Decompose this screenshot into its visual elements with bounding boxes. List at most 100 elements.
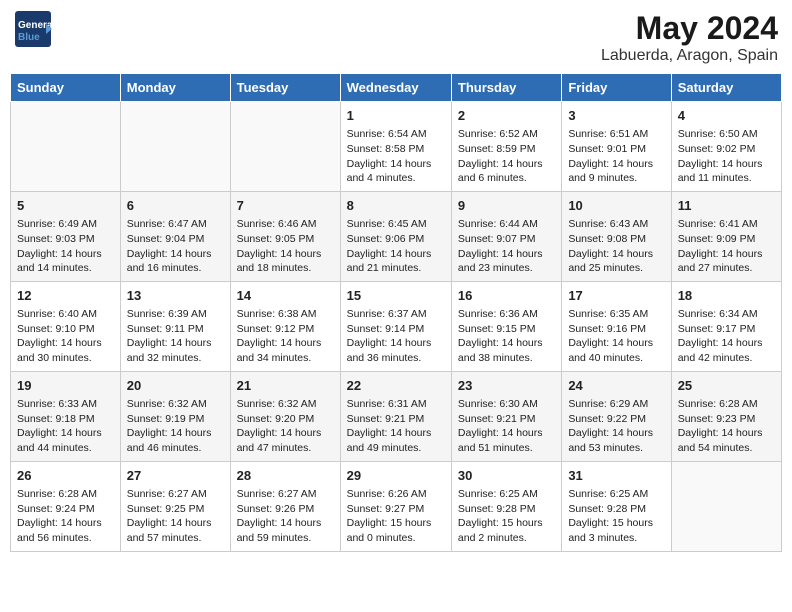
day-number: 11 [678,197,775,215]
calendar-cell [11,102,121,192]
day-number: 25 [678,377,775,395]
day-info: Sunrise: 6:51 AMSunset: 9:01 PMDaylight:… [568,127,664,186]
day-number: 12 [17,287,114,305]
calendar-cell: 6Sunrise: 6:47 AMSunset: 9:04 PMDaylight… [120,191,230,281]
day-number: 24 [568,377,664,395]
day-info: Sunrise: 6:37 AMSunset: 9:14 PMDaylight:… [347,307,445,366]
day-info: Sunrise: 6:41 AMSunset: 9:09 PMDaylight:… [678,217,775,276]
day-number: 16 [458,287,555,305]
day-number: 3 [568,107,664,125]
calendar-cell: 26 Sunrise: 6:28 AMSunset: 9:24 PMDayligh… [11,461,121,551]
logo-icon: General Blue [14,10,52,48]
day-number: 9 [458,197,555,215]
title-section: May 2024 Labuerda, Aragon, Spain [601,10,778,65]
day-info: Sunrise: 6:43 AMSunset: 9:08 PMDaylight:… [568,217,664,276]
day-info: Sunrise: 6:36 AMSunset: 9:15 PMDaylight:… [458,307,555,366]
calendar-week-5: 26 Sunrise: 6:28 AMSunset: 9:24 PMDayligh… [11,461,782,551]
column-header-tuesday: Tuesday [230,74,340,102]
day-info: Sunrise: 6:30 AMSunset: 9:21 PMDaylight:… [458,397,555,456]
day-number: 15 [347,287,445,305]
day-info: Sunrise: 6:25 AMSunset: 9:28 PMDaylight:… [568,487,664,546]
calendar-week-2: 5 Sunrise: 6:49 AMSunset: 9:03 PMDaylight… [11,191,782,281]
calendar-cell: 31 Sunrise: 6:25 AMSunset: 9:28 PMDayligh… [562,461,671,551]
calendar-cell [671,461,781,551]
calendar-cell: 29 Sunrise: 6:26 AMSunset: 9:27 PMDayligh… [340,461,451,551]
column-header-monday: Monday [120,74,230,102]
calendar-table: SundayMondayTuesdayWednesdayThursdayFrid… [10,73,782,552]
day-number: 4 [678,107,775,125]
calendar-cell: 24 Sunrise: 6:29 AMSunset: 9:22 PMDayligh… [562,371,671,461]
day-number: 22 [347,377,445,395]
calendar-cell: 23 Sunrise: 6:30 AMSunset: 9:21 PMDayligh… [451,371,561,461]
day-info: Sunrise: 6:29 AMSunset: 9:22 PMDaylight:… [568,397,664,456]
day-info: Sunrise: 6:28 AMSunset: 9:24 PMDaylight:… [17,487,114,546]
calendar-header-row: SundayMondayTuesdayWednesdayThursdayFrid… [11,74,782,102]
day-number: 21 [237,377,334,395]
calendar-cell: 30 Sunrise: 6:25 AMSunset: 9:28 PMDayligh… [451,461,561,551]
day-info: Sunrise: 6:46 AMSunset: 9:05 PMDaylight:… [237,217,334,276]
calendar-week-4: 19 Sunrise: 6:33 AMSunset: 9:18 PMDayligh… [11,371,782,461]
calendar-cell: 12 Sunrise: 6:40 AMSunset: 9:10 PMDayligh… [11,281,121,371]
calendar-cell: 16 Sunrise: 6:36 AMSunset: 9:15 PMDayligh… [451,281,561,371]
day-number: 27 [127,467,224,485]
calendar-cell: 15 Sunrise: 6:37 AMSunset: 9:14 PMDayligh… [340,281,451,371]
day-number: 19 [17,377,114,395]
day-info: Sunrise: 6:32 AMSunset: 9:19 PMDaylight:… [127,397,224,456]
day-number: 2 [458,107,555,125]
calendar-cell: 8 Sunrise: 6:45 AMSunset: 9:06 PMDaylight… [340,191,451,281]
calendar-cell: 5 Sunrise: 6:49 AMSunset: 9:03 PMDaylight… [11,191,121,281]
day-number: 13 [127,287,224,305]
day-info: Sunrise: 6:40 AMSunset: 9:10 PMDaylight:… [17,307,114,366]
day-info: Sunrise: 6:49 AMSunset: 9:03 PMDaylight:… [17,217,114,276]
day-number: 10 [568,197,664,215]
day-number: 29 [347,467,445,485]
day-info: Sunrise: 6:26 AMSunset: 9:27 PMDaylight:… [347,487,445,546]
calendar-cell: 9Sunrise: 6:44 AMSunset: 9:07 PMDaylight… [451,191,561,281]
day-info: Sunrise: 6:52 AMSunset: 8:59 PMDaylight:… [458,127,555,186]
day-number: 7 [237,197,334,215]
calendar-cell: 20 Sunrise: 6:32 AMSunset: 9:19 PMDayligh… [120,371,230,461]
calendar-cell: 2 Sunrise: 6:52 AMSunset: 8:59 PMDaylight… [451,102,561,192]
day-info: Sunrise: 6:27 AMSunset: 9:26 PMDaylight:… [237,487,334,546]
day-number: 23 [458,377,555,395]
day-info: Sunrise: 6:28 AMSunset: 9:23 PMDaylight:… [678,397,775,456]
day-number: 17 [568,287,664,305]
calendar-cell: 27Sunrise: 6:27 AMSunset: 9:25 PMDayligh… [120,461,230,551]
page-title: May 2024 [601,10,778,47]
day-number: 8 [347,197,445,215]
calendar-cell: 22 Sunrise: 6:31 AMSunset: 9:21 PMDayligh… [340,371,451,461]
column-header-wednesday: Wednesday [340,74,451,102]
calendar-cell: 25 Sunrise: 6:28 AMSunset: 9:23 PMDayligh… [671,371,781,461]
day-number: 30 [458,467,555,485]
day-info: Sunrise: 6:47 AMSunset: 9:04 PMDaylight:… [127,217,224,276]
day-info: Sunrise: 6:45 AMSunset: 9:06 PMDaylight:… [347,217,445,276]
calendar-week-3: 12 Sunrise: 6:40 AMSunset: 9:10 PMDayligh… [11,281,782,371]
day-info: Sunrise: 6:25 AMSunset: 9:28 PMDaylight:… [458,487,555,546]
day-info: Sunrise: 6:50 AMSunset: 9:02 PMDaylight:… [678,127,775,186]
day-info: Sunrise: 6:31 AMSunset: 9:21 PMDaylight:… [347,397,445,456]
day-info: Sunrise: 6:32 AMSunset: 9:20 PMDaylight:… [237,397,334,456]
calendar-cell: 7 Sunrise: 6:46 AMSunset: 9:05 PMDaylight… [230,191,340,281]
day-number: 20 [127,377,224,395]
calendar-cell: 13Sunrise: 6:39 AMSunset: 9:11 PMDayligh… [120,281,230,371]
calendar-cell [120,102,230,192]
calendar-cell [230,102,340,192]
calendar-cell: 4 Sunrise: 6:50 AMSunset: 9:02 PMDaylight… [671,102,781,192]
page-subtitle: Labuerda, Aragon, Spain [601,47,778,65]
day-number: 1 [347,107,445,125]
day-number: 28 [237,467,334,485]
day-number: 26 [17,467,114,485]
calendar-body: 1 Sunrise: 6:54 AMSunset: 8:58 PMDaylight… [11,102,782,552]
calendar-cell: 14Sunrise: 6:38 AMSunset: 9:12 PMDayligh… [230,281,340,371]
svg-text:Blue: Blue [18,32,40,43]
day-number: 5 [17,197,114,215]
column-header-sunday: Sunday [11,74,121,102]
calendar-week-1: 1 Sunrise: 6:54 AMSunset: 8:58 PMDaylight… [11,102,782,192]
day-info: Sunrise: 6:33 AMSunset: 9:18 PMDaylight:… [17,397,114,456]
calendar-cell: 18Sunrise: 6:34 AMSunset: 9:17 PMDayligh… [671,281,781,371]
day-number: 31 [568,467,664,485]
logo: General Blue [14,10,52,53]
day-info: Sunrise: 6:54 AMSunset: 8:58 PMDaylight:… [347,127,445,186]
day-info: Sunrise: 6:38 AMSunset: 9:12 PMDaylight:… [237,307,334,366]
calendar-cell: 17Sunrise: 6:35 AMSunset: 9:16 PMDayligh… [562,281,671,371]
